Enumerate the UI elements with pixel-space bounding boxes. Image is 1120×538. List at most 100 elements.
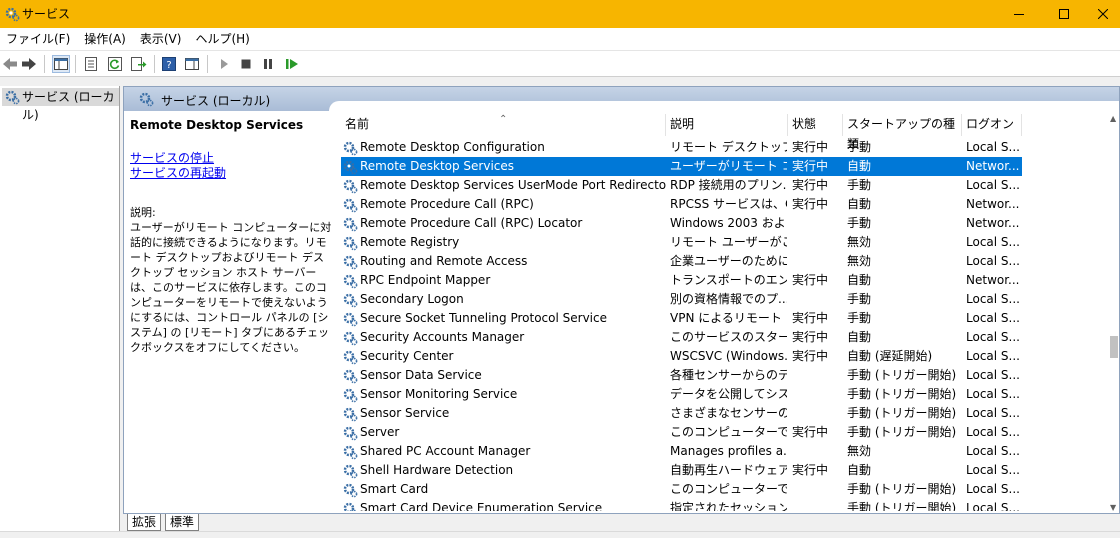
- selected-service-name: Remote Desktop Services: [130, 118, 304, 132]
- back-button[interactable]: [1, 55, 19, 73]
- cell-name: Remote Desktop Services UserMode Port Re…: [341, 176, 666, 195]
- cell-status: 実行中: [792, 330, 829, 344]
- cell-status: [792, 290, 842, 309]
- console-tree-button[interactable]: [52, 55, 70, 73]
- services-gear-icon: [5, 7, 20, 22]
- table-row[interactable]: Security Center WSCSVC (Windows... 実行中 自動 (…: [341, 347, 1022, 366]
- service-name: Sensor Monitoring Service: [360, 387, 518, 401]
- help-icon: ?: [162, 57, 176, 71]
- show-hide-action-pane-button[interactable]: [183, 55, 201, 73]
- vertical-scrollbar[interactable]: ▲ ▼: [1108, 114, 1119, 512]
- cell-startup: 手動 (トリガー開始): [847, 368, 957, 382]
- title-bar: サービス: [0, 0, 1120, 28]
- table-row[interactable]: Secure Socket Tunneling Protocol Service…: [341, 309, 1022, 328]
- close-button[interactable]: [1085, 0, 1120, 28]
- pause-service-button[interactable]: [259, 55, 277, 73]
- restart-service-link[interactable]: サービスの再起動: [130, 166, 336, 181]
- cell-logon: Local S...: [966, 292, 1020, 306]
- cell-startup: 自動: [847, 159, 872, 173]
- cell-status: 実行中: [792, 425, 829, 439]
- forward-button[interactable]: [20, 55, 38, 73]
- scroll-down-icon[interactable]: ▼: [1110, 503, 1116, 512]
- cell-status: [792, 385, 842, 404]
- menu-view[interactable]: 表示(V): [134, 28, 188, 50]
- cell-name: Remote Registry: [341, 233, 666, 252]
- pause-service-icon: [264, 59, 272, 69]
- cell-name: Shell Hardware Detection: [341, 461, 666, 480]
- table-row[interactable]: Shell Hardware Detection 自動再生ハードウェア ... 実行…: [341, 461, 1022, 480]
- cell-desc: ユーザーがリモート コン...: [670, 159, 787, 173]
- table-row[interactable]: Smart Card このコンピューターで読... 手動 (トリガー開始) Local…: [341, 480, 1022, 499]
- cell-name: Secondary Logon: [341, 290, 666, 309]
- cell-name: Secure Socket Tunneling Protocol Service: [341, 309, 666, 328]
- cell-desc: 各種センサーからのデ...: [670, 368, 787, 382]
- table-row[interactable]: Remote Desktop Configuration リモート デスクトップ …: [341, 138, 1022, 157]
- menu-action[interactable]: 操作(A): [78, 28, 132, 50]
- service-gear-icon: [342, 501, 358, 511]
- table-row[interactable]: RPC Endpoint Mapper トランスポートのエンドポ... 実行中 自動 N…: [341, 271, 1022, 290]
- scroll-up-icon[interactable]: ▲: [1110, 114, 1116, 123]
- cell-startup: 手動: [847, 292, 872, 306]
- cell-startup: 無効: [847, 444, 872, 458]
- service-name: Remote Procedure Call (RPC): [360, 197, 534, 211]
- help-button[interactable]: ?: [160, 55, 178, 73]
- table-row[interactable]: Remote Procedure Call (RPC) RPCSS サービスは、C…: [341, 195, 1022, 214]
- cell-name: Smart Card: [341, 480, 666, 499]
- stop-service-link[interactable]: サービスの停止: [130, 151, 336, 166]
- table-row[interactable]: Remote Desktop Services UserMode Port Re…: [341, 176, 1022, 195]
- table-row[interactable]: Sensor Data Service 各種センサーからのデ... 手動 (トリガー…: [341, 366, 1022, 385]
- service-name: Smart Card: [360, 482, 429, 496]
- table-row[interactable]: Sensor Service さまざまなセンサーの... 手動 (トリガー開始) Lo…: [341, 404, 1022, 423]
- cell-status: [792, 404, 842, 423]
- table-row[interactable]: Remote Registry リモート ユーザーがこの... 無効 Local S.…: [341, 233, 1022, 252]
- cell-logon: Networ...: [966, 216, 1020, 230]
- column-header-startup-type[interactable]: スタートアップの種類: [843, 114, 962, 151]
- table-row[interactable]: Secondary Logon 別の資格情報でのプ... 手動 Local S...: [341, 290, 1022, 309]
- column-header-logon[interactable]: ログオン: [962, 114, 1022, 136]
- scrollbar-thumb[interactable]: [1110, 336, 1118, 358]
- stop-service-button[interactable]: [237, 55, 255, 73]
- cell-desc: RPCSS サービスは、C...: [670, 197, 787, 211]
- column-header-name[interactable]: 名前 ⌃: [341, 114, 666, 136]
- menu-file[interactable]: ファイル(F): [0, 28, 76, 50]
- column-header-status[interactable]: 状態: [788, 114, 843, 136]
- table-header: 名前 ⌃ 説明 状態 スタートアップの種類 ログオン: [341, 114, 1102, 151]
- table-row[interactable]: Security Accounts Manager このサービスのスタート... 実…: [341, 328, 1022, 347]
- stop-service-icon: [241, 59, 251, 69]
- cell-status: 実行中: [792, 197, 829, 211]
- table-row[interactable]: Remote Procedure Call (RPC) Locator Windo…: [341, 214, 1022, 233]
- cell-startup: 手動 (トリガー開始): [847, 406, 957, 420]
- service-gear-icon: [342, 406, 358, 423]
- restart-service-button[interactable]: [283, 55, 301, 73]
- properties-button[interactable]: [82, 55, 100, 73]
- service-name: Server: [360, 425, 400, 439]
- table-row[interactable]: Smart Card Device Enumeration Service 指定さ…: [341, 499, 1022, 511]
- refresh-button[interactable]: [106, 55, 124, 73]
- table-row[interactable]: Routing and Remote Access 企業ユーザーのために... 無効…: [341, 252, 1022, 271]
- show-hide-action-pane-icon: [185, 58, 199, 70]
- cell-status: 実行中: [792, 311, 829, 325]
- service-gear-icon: [342, 425, 358, 442]
- table-row[interactable]: Sensor Monitoring Service データを公開してシス... 手動…: [341, 385, 1022, 404]
- maximize-button[interactable]: [1041, 0, 1087, 28]
- cell-desc: トランスポートのエンドポ...: [670, 273, 787, 287]
- export-list-button[interactable]: [130, 55, 148, 73]
- status-bar: [0, 531, 1120, 538]
- column-header-description[interactable]: 説明: [666, 114, 788, 136]
- table-row[interactable]: Shared PC Account Manager Manages profile…: [341, 442, 1022, 461]
- properties-icon: [85, 57, 97, 71]
- tree-item-services-local[interactable]: サービス (ローカル): [2, 88, 119, 122]
- cell-logon: Local S...: [966, 330, 1020, 344]
- cell-status: [792, 366, 842, 385]
- tab-standard[interactable]: 標準: [165, 514, 200, 531]
- table-row[interactable]: Remote Desktop Services ユーザーがリモート コン... 実行…: [341, 157, 1022, 176]
- cell-status: [792, 214, 842, 233]
- minimize-button[interactable]: [996, 0, 1042, 28]
- description-label: 説明:: [130, 206, 156, 219]
- table-row[interactable]: Server このコンピューターでネ... 実行中 手動 (トリガー開始) Local …: [341, 423, 1022, 442]
- cell-startup: 手動: [847, 140, 872, 154]
- start-service-button[interactable]: [215, 55, 233, 73]
- service-name: Remote Desktop Configuration: [360, 140, 545, 154]
- tab-extended[interactable]: 拡張: [127, 514, 162, 531]
- menu-help[interactable]: ヘルプ(H): [189, 28, 255, 50]
